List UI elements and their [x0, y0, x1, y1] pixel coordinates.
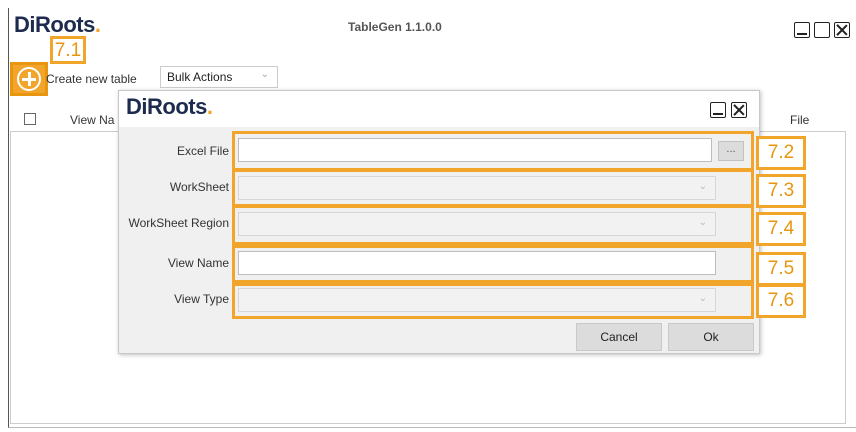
window-title: TableGen 1.1.0.0: [348, 20, 442, 34]
app-logo-text: DiRoots: [14, 12, 95, 37]
cancel-button[interactable]: Cancel: [576, 323, 662, 351]
callout-7-5: 7.5: [756, 252, 806, 286]
bulk-actions-select[interactable]: Bulk Actions ⌄: [160, 66, 278, 88]
callout-7-3: 7.3: [756, 174, 806, 208]
view-type-label: View Type: [174, 292, 229, 306]
worksheet-region-label: WorkSheet Region: [128, 216, 230, 230]
column-header-view-name[interactable]: View Na: [70, 113, 114, 127]
callout-7-2: 7.2: [756, 136, 806, 170]
view-name-label: View Name: [167, 256, 229, 270]
add-circle-icon: [17, 67, 41, 91]
view-type-select[interactable]: ⌄: [238, 288, 716, 312]
close-icon[interactable]: [834, 22, 850, 38]
maximize-icon[interactable]: [814, 22, 830, 38]
chevron-down-icon: ⌄: [698, 181, 707, 192]
dialog-logo-text: DiRoots: [126, 94, 207, 119]
chevron-down-icon: ⌄: [260, 69, 269, 80]
view-name-input[interactable]: [238, 251, 716, 275]
worksheet-label: WorkSheet: [169, 180, 229, 194]
bulk-actions-value: Bulk Actions: [167, 70, 233, 84]
app-logo-dot: .: [94, 12, 101, 37]
dialog-close-icon[interactable]: [731, 102, 747, 118]
excel-file-label: Excel File: [176, 144, 229, 158]
create-new-table-label[interactable]: Create new table: [46, 72, 137, 86]
app-logo: DiRoots.: [14, 12, 101, 38]
screen-top-edge: [0, 0, 856, 8]
dialog-logo: DiRoots.: [126, 94, 213, 120]
column-header-file[interactable]: File: [790, 113, 809, 127]
ok-button[interactable]: Ok: [668, 323, 754, 351]
add-table-button[interactable]: [10, 62, 48, 96]
worksheet-region-select[interactable]: ⌄: [238, 212, 716, 236]
callout-7-6: 7.6: [756, 284, 806, 318]
minimize-icon[interactable]: [794, 22, 810, 38]
chevron-down-icon: ⌄: [698, 293, 707, 304]
excel-file-input[interactable]: [238, 138, 712, 162]
callout-7-1: 7.1: [50, 36, 86, 64]
callout-7-4: 7.4: [756, 212, 806, 246]
browse-button[interactable]: ...: [718, 141, 744, 161]
dialog-minimize-icon[interactable]: [710, 102, 726, 118]
chevron-down-icon: ⌄: [698, 217, 707, 228]
select-all-checkbox[interactable]: [24, 113, 36, 125]
worksheet-select[interactable]: ⌄: [238, 176, 716, 200]
dialog-title-bar: [119, 91, 759, 127]
dialog-logo-dot: .: [206, 94, 213, 119]
